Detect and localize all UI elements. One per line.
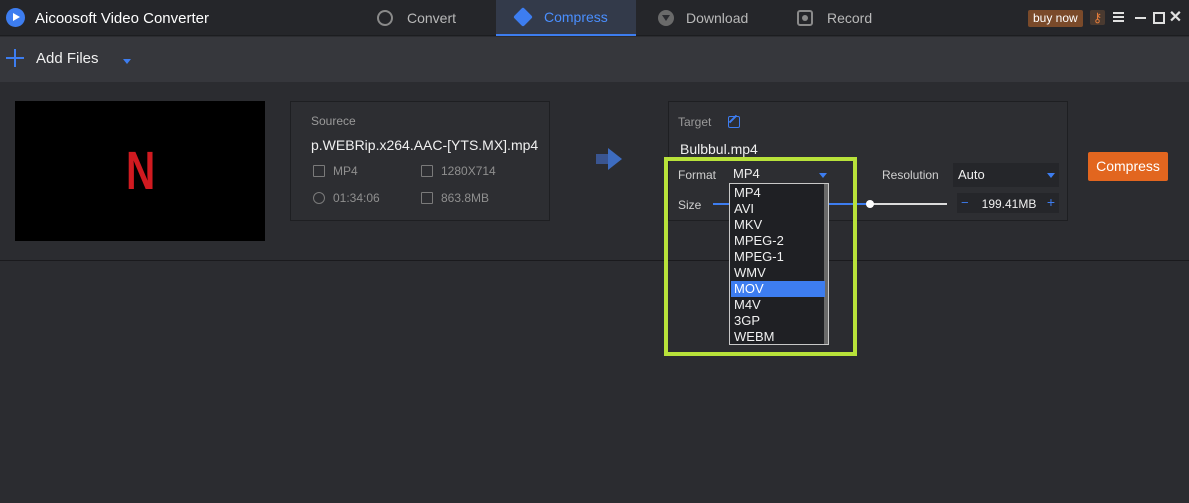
source-resolution: 1280X714	[421, 164, 496, 178]
minus-icon[interactable]: −	[961, 195, 969, 210]
buy-now-button[interactable]: buy now	[1028, 10, 1083, 27]
clock-icon	[313, 192, 325, 204]
tab-compress[interactable]: Compress	[496, 0, 636, 36]
add-files-button[interactable]: Add Files	[36, 50, 99, 67]
dropdown-option-m4v[interactable]: M4V	[731, 297, 825, 313]
app-logo-icon	[6, 8, 25, 27]
maximize-icon[interactable]	[1151, 10, 1166, 25]
source-format-value: MP4	[333, 164, 358, 178]
source-heading: Sourece	[311, 114, 356, 128]
app-title: Aicoosoft Video Converter	[35, 10, 209, 27]
dropdown-option-mpeg-1[interactable]: MPEG-1	[731, 249, 825, 265]
source-filename: p.WEBRip.x264.AAC-[YTS.MX].mp4	[311, 137, 539, 153]
add-icon[interactable]	[6, 49, 24, 67]
source-resolution-value: 1280X714	[441, 164, 496, 178]
source-size-value: 863.8MB	[441, 191, 490, 205]
resolution-select[interactable]: Auto	[953, 163, 1059, 187]
plus-icon[interactable]: +	[1047, 194, 1055, 210]
dropdown-option-wmv[interactable]: WMV	[731, 265, 825, 281]
edit-icon[interactable]	[728, 116, 740, 128]
file-size-icon	[421, 192, 433, 204]
netflix-logo: N	[126, 141, 156, 201]
tab-download[interactable]: Download	[652, 0, 782, 36]
arrow-right-icon	[596, 148, 626, 170]
source-duration-value: 01:34:06	[333, 191, 380, 205]
dropdown-option-mov[interactable]: MOV	[731, 281, 825, 297]
minimize-icon[interactable]	[1133, 10, 1148, 25]
tab-record[interactable]: Record	[791, 0, 911, 36]
source-format: MP4	[313, 164, 358, 178]
dropdown-option-webm[interactable]: WEBM	[731, 329, 825, 345]
tab-record-label: Record	[827, 10, 873, 26]
record-icon	[797, 10, 813, 26]
size-stepper[interactable]: − 199.41MB +	[957, 193, 1059, 213]
size-slider-handle[interactable]	[866, 200, 874, 208]
download-icon	[658, 10, 674, 26]
compress-icon	[513, 7, 533, 27]
dropdown-option-mpeg-2[interactable]: MPEG-2	[731, 233, 825, 249]
key-icon[interactable]: ⚷	[1090, 10, 1105, 25]
convert-icon	[377, 10, 393, 26]
chevron-down-icon[interactable]	[123, 59, 131, 64]
format-icon	[313, 165, 325, 177]
dropdown-option-mp4[interactable]: MP4	[731, 185, 825, 201]
format-dropdown-list[interactable]: MP4 AVI MKV MPEG-2 MPEG-1 WMV MOV M4V 3GP WEBM	[729, 183, 829, 345]
dropdown-option-avi[interactable]: AVI	[731, 201, 825, 217]
tab-convert[interactable]: Convert	[371, 0, 491, 36]
menu-icon[interactable]	[1111, 10, 1126, 25]
chevron-down-icon	[1047, 173, 1055, 178]
source-panel: Sourece p.WEBRip.x264.AAC-[YTS.MX].mp4 M…	[290, 101, 550, 221]
tab-download-label: Download	[686, 10, 749, 26]
resolution-select-value: Auto	[958, 167, 985, 182]
target-filename: Bulbbul.mp4	[680, 141, 758, 157]
close-icon[interactable]: ✕	[1168, 10, 1183, 26]
tab-convert-label: Convert	[407, 10, 457, 26]
compress-button[interactable]: Compress	[1088, 152, 1168, 181]
dropdown-option-3gp[interactable]: 3GP	[731, 313, 825, 329]
toolbar: Add Files	[0, 37, 1189, 82]
source-duration: 01:34:06	[313, 191, 380, 205]
title-bar: Aicoosoft Video Converter Convert Compre…	[0, 0, 1189, 36]
size-value[interactable]: 199.41MB	[979, 197, 1039, 211]
tab-compress-label: Compress	[544, 9, 608, 25]
empty-list-area	[0, 261, 1189, 503]
resolution-icon	[421, 165, 433, 177]
resolution-label: Resolution	[882, 168, 939, 182]
target-heading: Target	[678, 115, 712, 129]
dropdown-option-mkv[interactable]: MKV	[731, 217, 825, 233]
source-size: 863.8MB	[421, 191, 489, 205]
